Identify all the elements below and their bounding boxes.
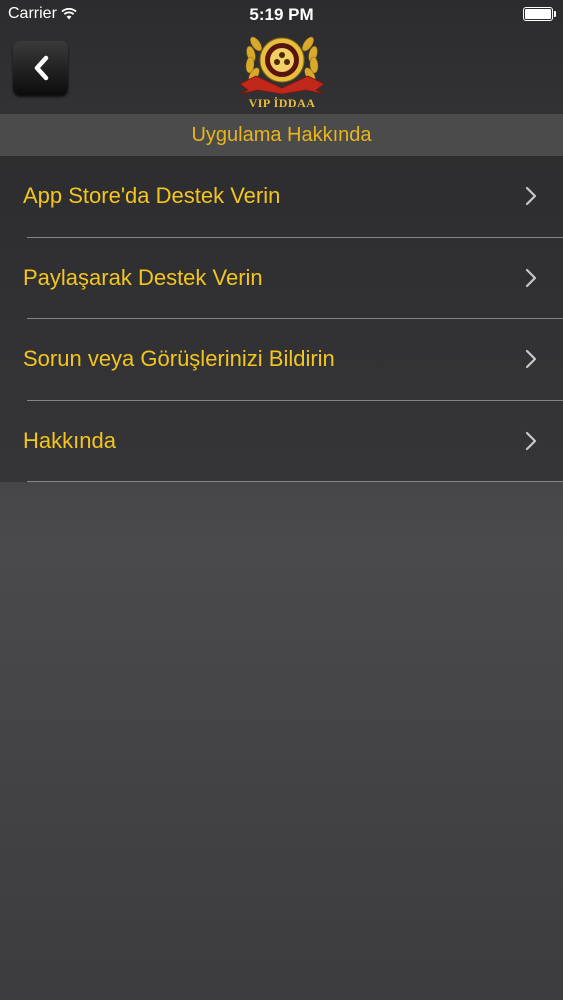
chevron-right-icon	[525, 349, 537, 369]
battery-icon	[523, 7, 556, 21]
settings-menu: App Store'da Destek Verin Paylaşarak Des…	[0, 156, 563, 482]
status-bar: Carrier 5:19 PM	[0, 0, 563, 30]
menu-item-label: App Store'da Destek Verin	[23, 183, 281, 208]
row-separator	[27, 481, 563, 482]
menu-item-share-support[interactable]: Paylaşarak Destek Verin	[0, 238, 563, 319]
section-title: Uygulama Hakkında	[191, 123, 372, 146]
chevron-right-icon	[525, 186, 537, 206]
laurel-football-emblem-icon	[239, 36, 325, 95]
logo-text: VIP İDDAA	[248, 96, 316, 110]
chevron-right-icon	[525, 268, 537, 287]
chevron-left-icon	[34, 55, 48, 81]
navigation-bar: VIP İDDAA	[0, 30, 563, 114]
menu-item-label: Sorun veya Görüşlerinizi Bildirin	[23, 346, 335, 371]
menu-item-app-store-support[interactable]: App Store'da Destek Verin	[0, 156, 563, 238]
menu-item-label: Hakkında	[23, 427, 116, 453]
vip-iddaa-logo: VIP İDDAA	[236, 30, 328, 112]
menu-item-report-feedback[interactable]: Sorun veya Görüşlerinizi Bildirin	[0, 319, 563, 401]
menu-item-label: Paylaşarak Destek Verin	[23, 264, 263, 290]
menu-item-about[interactable]: Hakkında	[0, 401, 563, 482]
status-time: 5:19 PM	[249, 5, 314, 24]
chevron-right-icon	[525, 431, 537, 450]
section-header: Uygulama Hakkında	[0, 114, 563, 156]
back-button[interactable]	[13, 41, 68, 95]
